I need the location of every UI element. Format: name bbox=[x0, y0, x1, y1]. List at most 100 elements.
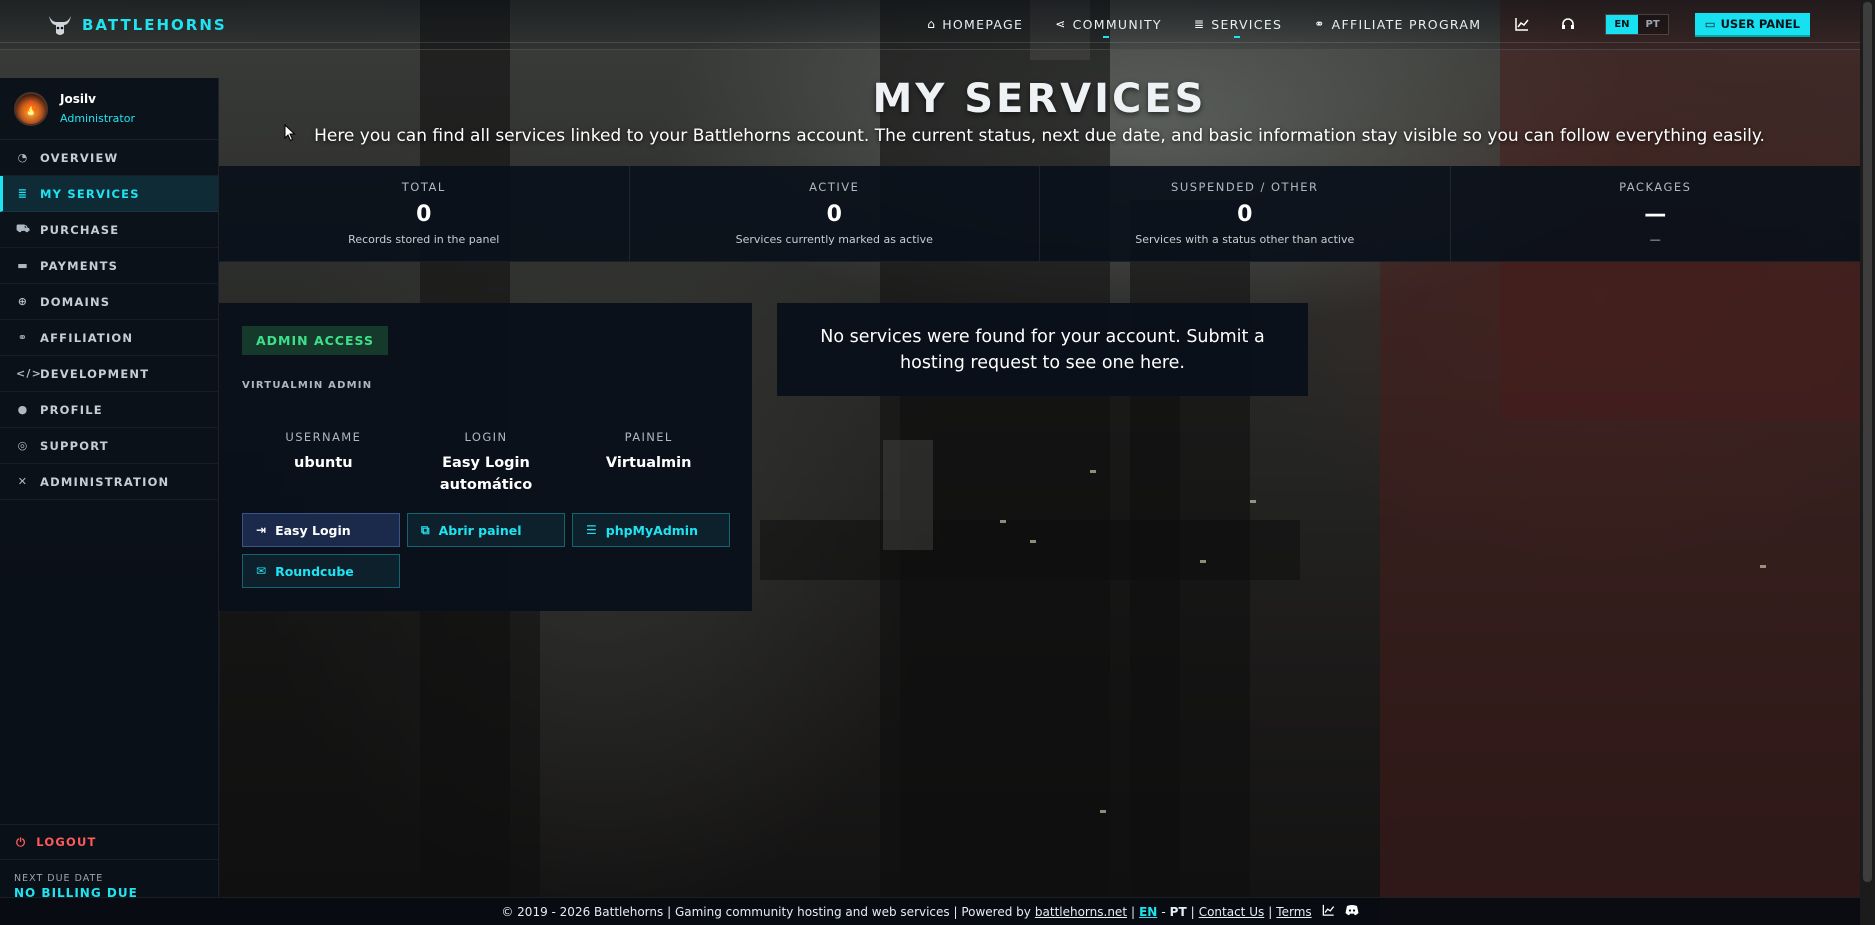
button-label: phpMyAdmin bbox=[605, 522, 698, 538]
language-switch: EN PT bbox=[1605, 13, 1669, 35]
logout-button[interactable]: ⏻ LOGOUT bbox=[0, 824, 218, 860]
user-icon: ● bbox=[17, 403, 29, 416]
home-icon: ⌂ bbox=[927, 17, 937, 31]
sidebar-item-label: PAYMENTS bbox=[40, 258, 119, 273]
open-panel-button[interactable]: ⧉ Abrir painel bbox=[407, 513, 565, 547]
avatar: 🔥 bbox=[14, 91, 48, 126]
footer-powered-link[interactable]: battlehorns.net bbox=[1035, 905, 1127, 919]
tools-icon: ✕ bbox=[17, 475, 29, 488]
sidebar-item-my-services[interactable]: ≣ MY SERVICES bbox=[0, 176, 218, 212]
stat-value: — bbox=[1644, 202, 1667, 227]
roundcube-button[interactable]: ✉ Roundcube bbox=[242, 554, 400, 588]
power-icon: ⏻ bbox=[16, 834, 27, 849]
stat-packages: PACKAGES — — bbox=[1451, 166, 1861, 261]
admin-col-label: LOGIN bbox=[464, 430, 508, 444]
admin-buttons: ⇥ Easy Login ⧉ Abrir painel ☰ phpMyAdmin… bbox=[242, 513, 732, 588]
sidebar-item-label: AFFILIATION bbox=[40, 330, 134, 345]
sidebar-item-label: PURCHASE bbox=[40, 222, 120, 237]
nav-community[interactable]: ⋖ COMMUNITY bbox=[1055, 0, 1162, 48]
brand-logo[interactable]: BATTLEHORNS bbox=[46, 13, 227, 37]
footer-lang-en[interactable]: EN bbox=[1139, 905, 1157, 919]
sidebar-item-affiliation[interactable]: ⚭ AFFILIATION bbox=[0, 320, 218, 356]
sidebar-item-support[interactable]: ◎ SUPPORT bbox=[0, 428, 218, 464]
button-label: Abrir painel bbox=[438, 522, 522, 538]
headset-icon: ◎ bbox=[17, 439, 29, 452]
stat-value: 0 bbox=[826, 202, 842, 227]
sidebar-item-administration[interactable]: ✕ ADMINISTRATION bbox=[0, 464, 218, 500]
globe-icon: ⊕ bbox=[17, 295, 29, 308]
page-title: MY SERVICES bbox=[872, 76, 1207, 122]
footer-terms-link[interactable]: Terms bbox=[1276, 905, 1311, 919]
sidebar-item-payments[interactable]: ▬ PAYMENTS bbox=[0, 248, 218, 284]
cart-icon: ⛟ bbox=[16, 222, 32, 235]
lang-pt[interactable]: PT bbox=[1637, 14, 1668, 34]
chart-line-icon[interactable] bbox=[1322, 904, 1335, 919]
stats-bar: TOTAL 0 Records stored in the panel ACTI… bbox=[219, 166, 1860, 262]
discord-icon[interactable] bbox=[1345, 904, 1359, 919]
page-scrollbar[interactable] bbox=[1860, 0, 1875, 925]
sidebar-item-overview[interactable]: ◔ OVERVIEW bbox=[0, 140, 218, 176]
sidebar-item-label: MY SERVICES bbox=[40, 186, 140, 201]
scrollbar-thumb[interactable] bbox=[1863, 2, 1872, 882]
nav-affiliate-program[interactable]: ⚭ AFFILIATE PROGRAM bbox=[1314, 0, 1481, 48]
nav-homepage[interactable]: ⌂ HOMEPAGE bbox=[927, 0, 1023, 48]
admin-info-columns: USERNAME ubuntu LOGIN Easy Login automát… bbox=[242, 430, 730, 496]
admin-col-value: Virtualmin bbox=[605, 455, 692, 471]
footer-separator: - bbox=[1161, 904, 1166, 919]
nav-homepage-label: HOMEPAGE bbox=[942, 16, 1024, 32]
mouse-cursor-icon bbox=[284, 124, 296, 142]
page-subtitle: Here you can find all services linked to… bbox=[314, 126, 1765, 146]
handshake-icon: ⚭ bbox=[1314, 17, 1326, 31]
nav-affiliate-label: AFFILIATE PROGRAM bbox=[1331, 16, 1482, 32]
sidebar-item-label: DEVELOPMENT bbox=[40, 366, 150, 381]
footer-separator: | bbox=[1131, 904, 1136, 919]
sidebar-item-domains[interactable]: ⊕ DOMAINS bbox=[0, 284, 218, 320]
logout-label: LOGOUT bbox=[36, 835, 97, 849]
footer-copyright: © 2019 - 2026 Battlehorns | Gaming commu… bbox=[501, 904, 1031, 919]
footer-contact-link[interactable]: Contact Us bbox=[1199, 905, 1265, 919]
sidebar-item-profile[interactable]: ● PROFILE bbox=[0, 392, 218, 428]
admin-col-label: PAINEL bbox=[624, 430, 673, 444]
sidebar-item-label: DOMAINS bbox=[40, 294, 111, 309]
stat-value: 0 bbox=[1237, 202, 1253, 227]
admin-col-value: ubuntu bbox=[294, 455, 353, 471]
footer-separator: | bbox=[1268, 904, 1273, 919]
envelope-icon: ✉ bbox=[256, 564, 267, 578]
sidebar-menu: ◔ OVERVIEW ≣ MY SERVICES ⛟ PURCHASE ▬ PAYMEN… bbox=[0, 140, 218, 500]
admin-col-value: Easy Login automático bbox=[439, 455, 533, 493]
easy-login-button[interactable]: ⇥ Easy Login bbox=[242, 513, 400, 547]
database-icon: ☰ bbox=[586, 523, 597, 537]
stat-desc: Services with a status other than active bbox=[1135, 233, 1355, 246]
stat-value: 0 bbox=[416, 202, 432, 227]
phpmyadmin-button[interactable]: ☰ phpMyAdmin bbox=[572, 513, 730, 547]
nav-services[interactable]: ≣ SERVICES bbox=[1194, 0, 1282, 48]
top-navbar: BATTLEHORNS ⌂ HOMEPAGE ⋖ COMMUNITY ≣ SER… bbox=[0, 0, 1860, 50]
stat-suspended: SUSPENDED / OTHER 0 Services with a stat… bbox=[1040, 166, 1451, 261]
footer: © 2019 - 2026 Battlehorns | Gaming commu… bbox=[0, 897, 1860, 925]
sidebar: 🔥 Josilv Administrator ◔ OVERVIEW ≣ MY SER… bbox=[0, 78, 219, 897]
footer-lang-pt[interactable]: PT bbox=[1170, 905, 1187, 919]
admin-col-label: USERNAME bbox=[285, 430, 362, 444]
next-due-label: NEXT DUE DATE bbox=[14, 873, 104, 884]
monitor-icon: ▭ bbox=[1704, 17, 1716, 31]
stat-label: PACKAGES bbox=[1619, 180, 1692, 194]
stat-desc: — bbox=[1649, 233, 1661, 246]
footer-separator: | bbox=[1190, 904, 1195, 919]
chart-line-icon[interactable] bbox=[1513, 15, 1531, 33]
server-icon: ≣ bbox=[17, 187, 29, 200]
sidebar-item-development[interactable]: </> DEVELOPMENT bbox=[0, 356, 218, 392]
admin-access-card: ADMIN ACCESS VIRTUALMIN ADMIN USERNAME u… bbox=[219, 303, 752, 611]
sidebar-item-purchase[interactable]: ⛟ PURCHASE bbox=[0, 212, 218, 248]
main-nav: ⌂ HOMEPAGE ⋖ COMMUNITY ≣ SERVICES ⚭ AFFI… bbox=[927, 0, 1860, 48]
admin-card-subtitle: VIRTUALMIN ADMIN bbox=[242, 380, 373, 391]
user-role: Administrator bbox=[60, 112, 135, 125]
server-icon: ≣ bbox=[1193, 17, 1206, 31]
wallet-icon: ▬ bbox=[17, 259, 29, 272]
user-panel-button[interactable]: ▭ USER PANEL bbox=[1694, 13, 1810, 35]
sidebar-item-label: ADMINISTRATION bbox=[40, 474, 170, 489]
stat-active: ACTIVE 0 Services currently marked as ac… bbox=[630, 166, 1040, 261]
headset-icon[interactable] bbox=[1559, 15, 1577, 33]
lang-en[interactable]: EN bbox=[1606, 14, 1638, 34]
next-due-value: NO BILLING DUE bbox=[14, 886, 138, 897]
sidebar-item-label: SUPPORT bbox=[40, 438, 109, 453]
